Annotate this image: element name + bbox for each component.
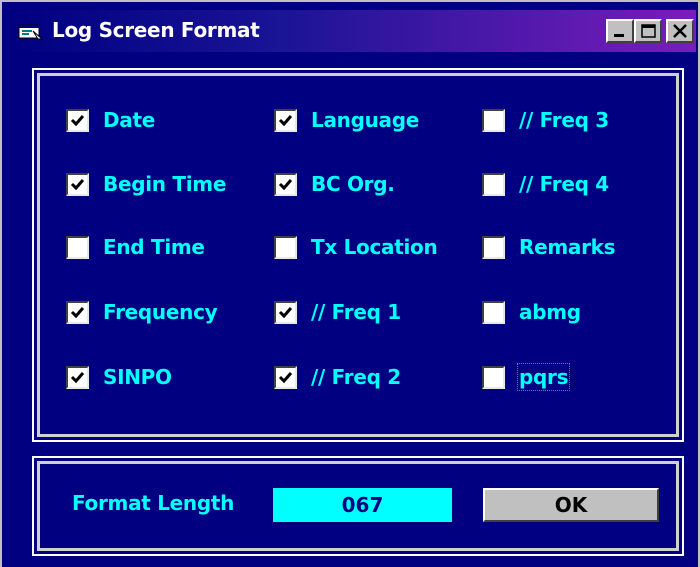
- checkbox[interactable]: [482, 300, 505, 324]
- option-label: abmg: [519, 300, 581, 324]
- app-icon[interactable]: [18, 22, 44, 40]
- checkbox[interactable]: [274, 108, 297, 132]
- checkbox[interactable]: [66, 235, 89, 259]
- option-label: Tx Location: [311, 235, 438, 259]
- option-remarks[interactable]: Remarks: [482, 233, 616, 261]
- option-end-time[interactable]: End Time: [66, 233, 205, 261]
- checkbox[interactable]: [274, 300, 297, 324]
- checkbox[interactable]: [482, 172, 505, 196]
- option-label: // Freq 4: [519, 172, 609, 196]
- checkbox[interactable]: [66, 172, 89, 196]
- option-freq-2[interactable]: // Freq 2: [274, 363, 401, 391]
- option-bc-org[interactable]: BC Org.: [274, 170, 395, 198]
- option-freq-4[interactable]: // Freq 4: [482, 170, 609, 198]
- option-date[interactable]: Date: [66, 106, 155, 134]
- checkmark-icon: [70, 178, 85, 190]
- option-label: pqrs: [516, 363, 571, 391]
- minimize-button[interactable]: [606, 19, 634, 43]
- checkbox[interactable]: [274, 365, 297, 389]
- ok-button[interactable]: OK: [483, 488, 659, 522]
- checkbox[interactable]: [66, 300, 89, 324]
- option-label: End Time: [103, 235, 205, 259]
- checkbox[interactable]: [482, 235, 505, 259]
- option-abmg[interactable]: abmg: [482, 298, 581, 326]
- title-bar[interactable]: Log Screen Format: [8, 10, 696, 52]
- option-label: Frequency: [103, 300, 218, 324]
- option-sinpo[interactable]: SINPO: [66, 363, 172, 391]
- option-freq-3[interactable]: // Freq 3: [482, 106, 609, 134]
- option-label: // Freq 2: [311, 365, 401, 389]
- option-label: BC Org.: [311, 172, 395, 196]
- option-tx-location[interactable]: Tx Location: [274, 233, 438, 261]
- close-icon: [673, 24, 687, 38]
- checkmark-icon: [70, 371, 85, 383]
- checkmark-icon: [278, 306, 293, 318]
- option-label: // Freq 1: [311, 300, 401, 324]
- option-label: // Freq 3: [519, 108, 609, 132]
- option-language[interactable]: Language: [274, 106, 419, 134]
- format-length-value: 067: [273, 488, 452, 522]
- option-label: Remarks: [519, 235, 616, 259]
- checkmark-icon: [278, 178, 293, 190]
- option-pqrs[interactable]: pqrs: [482, 363, 571, 391]
- checkmark-icon: [70, 306, 85, 318]
- option-begin-time[interactable]: Begin Time: [66, 170, 226, 198]
- checkbox[interactable]: [482, 108, 505, 132]
- log-screen-format-window: Log Screen Format Date Begin Time End Ti…: [0, 0, 700, 567]
- option-label: Begin Time: [103, 172, 227, 196]
- format-length-label: Format Length: [72, 491, 235, 515]
- checkbox[interactable]: [66, 365, 89, 389]
- checkbox[interactable]: [274, 235, 297, 259]
- option-freq-1[interactable]: // Freq 1: [274, 298, 401, 326]
- checkmark-icon: [70, 114, 85, 126]
- checkmark-icon: [278, 114, 293, 126]
- option-label: Date: [103, 108, 156, 132]
- checkmark-icon: [278, 371, 293, 383]
- minimize-icon: [614, 34, 624, 37]
- checkbox[interactable]: [274, 172, 297, 196]
- option-label: Language: [311, 108, 420, 132]
- option-label: SINPO: [103, 365, 172, 389]
- checkbox[interactable]: [66, 108, 89, 132]
- maximize-button[interactable]: [634, 19, 662, 43]
- maximize-icon: [641, 24, 656, 38]
- window-title: Log Screen Format: [52, 18, 260, 42]
- close-button[interactable]: [666, 19, 694, 43]
- checkbox[interactable]: [482, 365, 505, 389]
- option-frequency[interactable]: Frequency: [66, 298, 218, 326]
